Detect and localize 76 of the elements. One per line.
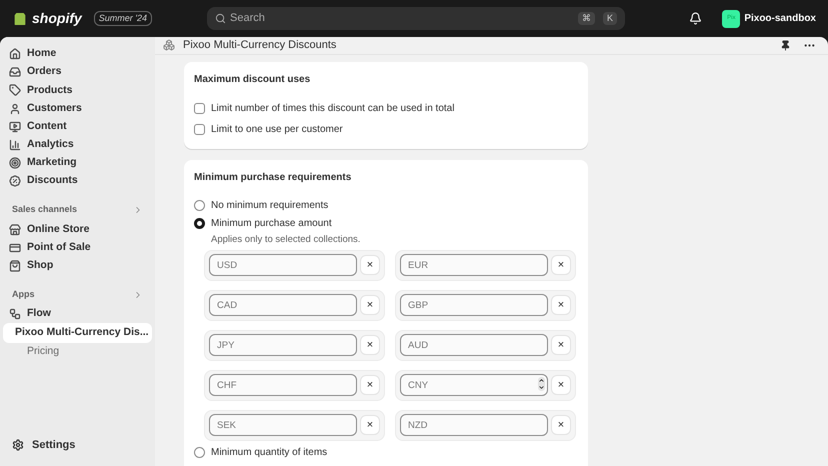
radio-button[interactable]	[194, 218, 205, 229]
nav-item[interactable]: Products	[3, 81, 152, 100]
remove-button[interactable]: ×	[360, 415, 380, 436]
nav-item[interactable]: Pixoo Multi-Currency Dis...	[3, 323, 152, 344]
flow-icon	[9, 308, 21, 320]
section-heading: Apps	[12, 288, 34, 301]
logo: shopify	[32, 9, 82, 28]
search-icon	[215, 13, 226, 24]
nav-item[interactable]: Content	[3, 118, 152, 136]
target-icon	[9, 157, 21, 170]
search-field[interactable]: Search	[230, 10, 570, 27]
currency-field[interactable]: CHF	[209, 374, 357, 396]
app-icon	[163, 39, 175, 52]
spinner-icon[interactable]	[538, 377, 545, 392]
bell-icon[interactable]	[689, 12, 702, 25]
percent-badge-icon	[9, 175, 21, 188]
help-text: Applies only to selected collections.	[211, 232, 362, 246]
inbox-icon	[9, 66, 21, 78]
person-icon	[9, 102, 21, 115]
card-icon	[9, 242, 21, 254]
nav-item[interactable]: Shop	[3, 256, 152, 275]
checkbox-label: Limit number of times this discount can be used in total	[211, 102, 454, 116]
page-title: Pixoo Multi-Currency Discounts	[183, 38, 336, 53]
currency-field[interactable]: SEK	[209, 414, 357, 436]
settings-item[interactable]: Settings	[0, 436, 155, 453]
radio-label: Minimum quantity of items	[211, 446, 328, 460]
nav-item[interactable]: Home	[3, 45, 152, 63]
nav-item[interactable]: Discounts	[3, 172, 152, 190]
radio-label: No minimum requirements	[211, 199, 328, 213]
nav-item[interactable]: Orders	[3, 63, 152, 82]
currency-field[interactable]: USD	[209, 254, 357, 276]
currency-field[interactable]: NZD	[400, 414, 548, 436]
checkbox-label: Limit to one use per customer	[211, 122, 343, 136]
nav-item[interactable]: Marketing	[3, 154, 152, 172]
gear-icon	[12, 438, 24, 451]
card-title: Minimum purchase requirements	[194, 170, 352, 184]
bag-icon	[9, 260, 21, 272]
card-title: Maximum discount uses	[194, 72, 312, 86]
section-heading: Sales channels	[12, 203, 78, 216]
store-icon	[9, 224, 21, 236]
currency-field[interactable]: GBP	[400, 294, 548, 316]
currency-field[interactable]: AUD	[400, 334, 548, 356]
currency-field[interactable]: JPY	[209, 334, 357, 356]
currency-field[interactable]: CAD	[209, 294, 357, 316]
remove-button[interactable]: ×	[551, 295, 571, 316]
monitor-icon	[9, 120, 21, 133]
search-bar[interactable]: Search ⌘ K	[207, 7, 625, 30]
currency-field[interactable]: CNY	[400, 374, 548, 396]
remove-button[interactable]: ×	[551, 335, 571, 356]
checkbox[interactable]	[194, 124, 205, 134]
bar-chart-icon	[9, 138, 21, 151]
currency-field[interactable]: EUR	[400, 254, 548, 276]
remove-button[interactable]: ×	[360, 255, 380, 276]
home-icon	[9, 48, 21, 60]
nav-item[interactable]: Analytics	[3, 136, 152, 154]
remove-button[interactable]: ×	[360, 375, 380, 396]
radio-button[interactable]	[194, 200, 205, 211]
radio-label: Minimum purchase amount	[211, 217, 332, 231]
nav-item[interactable]: Flow	[3, 305, 152, 324]
tag-icon	[9, 84, 21, 96]
checkbox[interactable]	[194, 102, 205, 114]
nav-item[interactable]: Online Store	[3, 220, 152, 239]
remove-button[interactable]: ×	[551, 255, 571, 276]
pin-icon[interactable]	[780, 40, 791, 51]
remove-button[interactable]: ×	[551, 375, 571, 396]
remove-button[interactable]: ×	[551, 415, 571, 436]
edition-badge: Summer '24	[94, 10, 152, 26]
nav-item[interactable]: Point of Sale	[3, 238, 152, 257]
store-name[interactable]: Pixoo-sandbox	[744, 11, 816, 26]
remove-button[interactable]: ×	[360, 295, 380, 316]
shortcut-key: ⌘	[578, 12, 595, 26]
nav-item[interactable]: Pricing	[3, 343, 152, 362]
remove-button[interactable]: ×	[360, 335, 380, 356]
shortcut-key: K	[602, 12, 617, 26]
nav-item[interactable]: Customers	[3, 100, 152, 118]
radio-button[interactable]	[194, 447, 205, 458]
